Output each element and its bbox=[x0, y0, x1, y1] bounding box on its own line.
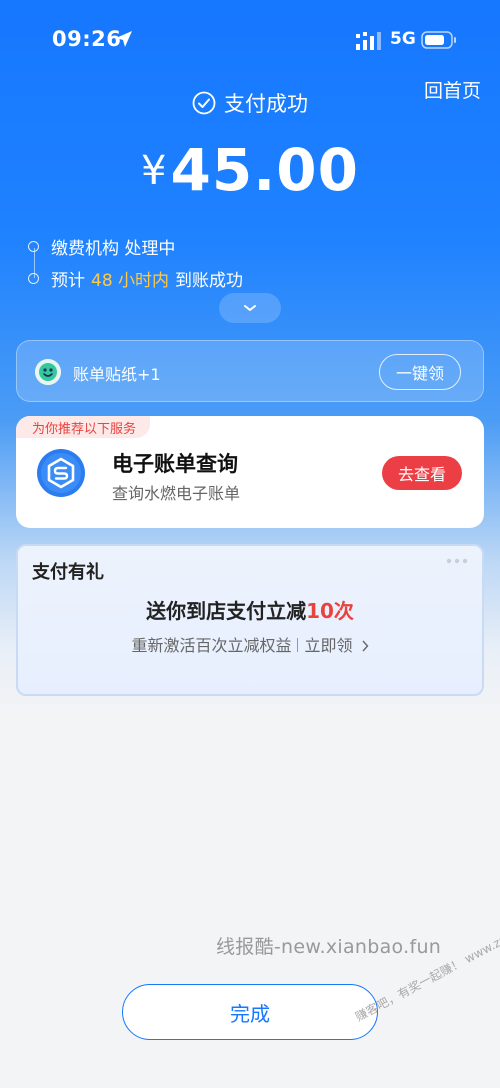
location-arrow-icon bbox=[116, 31, 132, 47]
timeline-suffix: 到账成功 bbox=[175, 270, 244, 291]
sticker-label: 账单贴纸+1 bbox=[73, 365, 161, 384]
gift-sub-text: 重新激活百次立减权益 bbox=[131, 636, 292, 655]
gift-title: 支付有礼 bbox=[32, 562, 104, 583]
watermark-text: 线报酷-new.xianbao.fun bbox=[216, 936, 442, 958]
watermark-stamp: 赚客吧，有奖一起赚！ www.zuanke8.com bbox=[352, 901, 500, 1025]
chevron-right-icon bbox=[362, 640, 369, 652]
e-bill-icon bbox=[37, 449, 85, 497]
timeline-item: 预计 48 小时内 到账成功 bbox=[28, 262, 328, 294]
timeline-prefix: 预计 bbox=[51, 270, 85, 291]
gift-subline: 重新激活百次立减权益 立即领 bbox=[18, 632, 482, 656]
service-subtitle: 查询水燃电子账单 bbox=[112, 484, 241, 503]
status-time: 09:26 bbox=[52, 27, 122, 51]
done-button[interactable]: 完成 bbox=[122, 984, 378, 1040]
recommend-tag: 为你推荐以下服务 bbox=[16, 416, 151, 438]
sticker-icon bbox=[35, 359, 61, 385]
gift-headline-count: 10次 bbox=[306, 599, 354, 623]
gift-headline: 送你到店支付立减10次 bbox=[18, 595, 482, 624]
bill-sticker-card: 账单贴纸+1 一键领 bbox=[16, 340, 484, 402]
progress-timeline: 缴费机构 处理中 预计 48 小时内 到账成功 bbox=[28, 230, 328, 294]
timeline-item: 缴费机构 处理中 bbox=[28, 230, 328, 262]
timeline-dot bbox=[28, 240, 39, 252]
signal-icon bbox=[356, 32, 381, 50]
timeline-text: 缴费机构 处理中 bbox=[51, 238, 176, 259]
more-dots-icon[interactable] bbox=[446, 558, 468, 564]
recommended-service-card[interactable]: 为你推荐以下服务 电子账单查询 查询水燃电子账单 去查看 bbox=[16, 416, 484, 528]
chevron-down-icon bbox=[244, 305, 256, 311]
divider bbox=[297, 638, 299, 652]
battery-icon bbox=[421, 31, 456, 49]
success-text: 支付成功 bbox=[224, 92, 308, 116]
currency-symbol: ¥ bbox=[141, 148, 167, 194]
network-type: 5G bbox=[390, 29, 416, 49]
service-title: 电子账单查询 bbox=[112, 452, 238, 476]
claim-now-link[interactable]: 立即领 bbox=[304, 636, 352, 655]
amount-value: 45.00 bbox=[170, 136, 359, 204]
check-circle-icon bbox=[192, 91, 216, 115]
status-bar: 09:26 5G bbox=[0, 0, 500, 80]
timeline-highlight: 48 小时内 bbox=[91, 270, 170, 291]
payment-amount: ¥45.00 bbox=[0, 136, 500, 204]
view-button[interactable]: 去查看 bbox=[382, 456, 462, 490]
one-click-claim-button[interactable]: 一键领 bbox=[379, 354, 461, 390]
timeline-dot bbox=[28, 272, 39, 284]
payment-gift-card[interactable]: 支付有礼 送你到店支付立减10次 重新激活百次立减权益 立即领 bbox=[16, 544, 484, 696]
payment-success-heading: 支付成功 bbox=[0, 88, 500, 118]
gift-headline-text: 送你到店支付立减 bbox=[146, 599, 307, 623]
expand-button[interactable] bbox=[219, 293, 281, 323]
